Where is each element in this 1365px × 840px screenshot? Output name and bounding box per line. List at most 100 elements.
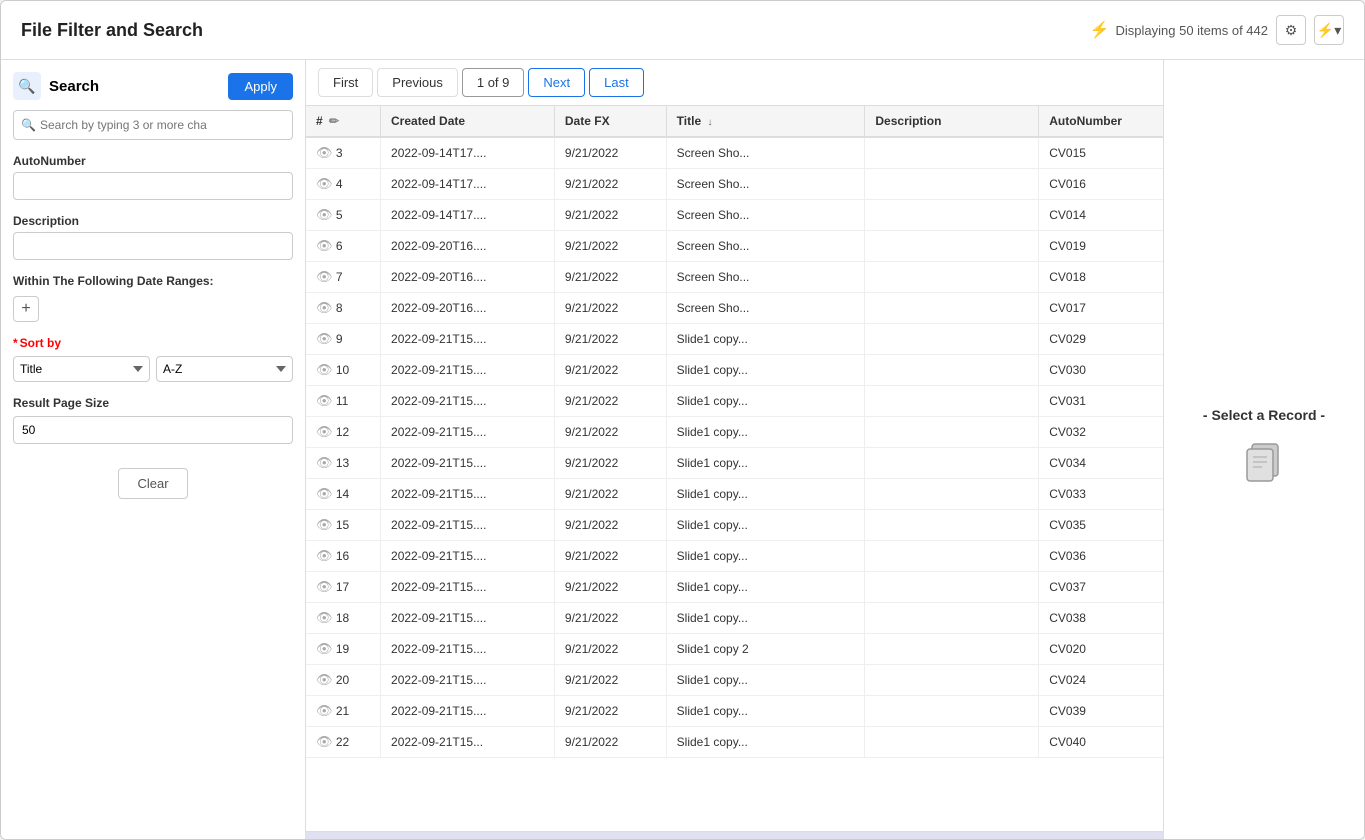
sort-field-select[interactable]: Title Created Date AutoNumber Date FX — [13, 356, 150, 382]
eye-icon[interactable]: 👁 — [316, 269, 333, 284]
cell-created: 2022-09-20T16.... — [381, 293, 555, 324]
cell-autonumber: CV038 — [1039, 603, 1163, 634]
cell-datefx: 9/21/2022 — [554, 200, 666, 231]
eye-icon[interactable]: 👁 — [316, 517, 333, 532]
settings-button[interactable]: ⚙ — [1276, 15, 1306, 45]
table-row[interactable]: 👁 5 2022-09-14T17.... 9/21/2022 Screen S… — [306, 200, 1163, 231]
cell-title: Slide1 copy... — [666, 448, 865, 479]
table-row[interactable]: 👁 21 2022-09-21T15.... 9/21/2022 Slide1 … — [306, 696, 1163, 727]
apply-button[interactable]: Apply — [228, 73, 293, 100]
autonumber-label: AutoNumber — [13, 154, 293, 168]
cell-autonumber: CV039 — [1039, 696, 1163, 727]
description-label: Description — [13, 214, 293, 228]
cell-eye: 👁 4 — [306, 169, 381, 200]
cell-created: 2022-09-21T15.... — [381, 386, 555, 417]
table-row[interactable]: 👁 15 2022-09-21T15.... 9/21/2022 Slide1 … — [306, 510, 1163, 541]
eye-icon[interactable]: 👁 — [316, 145, 333, 160]
table-row[interactable]: 👁 12 2022-09-21T15.... 9/21/2022 Slide1 … — [306, 417, 1163, 448]
search-input[interactable] — [13, 110, 293, 140]
eye-icon[interactable]: 👁 — [316, 300, 333, 315]
cell-datefx: 9/21/2022 — [554, 696, 666, 727]
eye-icon[interactable]: 👁 — [316, 393, 333, 408]
cell-autonumber: CV040 — [1039, 727, 1163, 758]
cell-created: 2022-09-21T15.... — [381, 603, 555, 634]
table-row[interactable]: 👁 22 2022-09-21T15... 9/21/2022 Slide1 c… — [306, 727, 1163, 758]
displaying-badge: ⚡ Displaying 50 items of 442 — [1090, 20, 1268, 40]
clear-button[interactable]: Clear — [118, 468, 187, 499]
eye-icon[interactable]: 👁 — [316, 641, 333, 656]
cell-description — [865, 262, 1039, 293]
cell-created: 2022-09-21T15.... — [381, 448, 555, 479]
cell-autonumber: CV032 — [1039, 417, 1163, 448]
cell-title: Screen Sho... — [666, 262, 865, 293]
eye-icon[interactable]: 👁 — [316, 734, 333, 749]
table-body: 👁 3 2022-09-14T17.... 9/21/2022 Screen S… — [306, 137, 1163, 758]
cell-autonumber: CV037 — [1039, 572, 1163, 603]
table-row[interactable]: 👁 6 2022-09-20T16.... 9/21/2022 Screen S… — [306, 231, 1163, 262]
lightning-button[interactable]: ⚡▾ — [1314, 15, 1344, 45]
eye-icon[interactable]: 👁 — [316, 610, 333, 625]
last-button[interactable]: Last — [589, 68, 644, 97]
cell-created: 2022-09-14T17.... — [381, 137, 555, 169]
cell-eye: 👁 3 — [306, 137, 381, 169]
cell-description — [865, 727, 1039, 758]
eye-icon[interactable]: 👁 — [316, 362, 333, 377]
eye-icon[interactable]: 👁 — [316, 579, 333, 594]
cell-eye: 👁 14 — [306, 479, 381, 510]
table-row[interactable]: 👁 10 2022-09-21T15.... 9/21/2022 Slide1 … — [306, 355, 1163, 386]
search-label-wrap: 🔍 Search — [13, 72, 99, 100]
table-row[interactable]: 👁 18 2022-09-21T15.... 9/21/2022 Slide1 … — [306, 603, 1163, 634]
table-row[interactable]: 👁 13 2022-09-21T15.... 9/21/2022 Slide1 … — [306, 448, 1163, 479]
table-row[interactable]: 👁 11 2022-09-21T15.... 9/21/2022 Slide1 … — [306, 386, 1163, 417]
eye-icon[interactable]: 👁 — [316, 455, 333, 470]
sort-label: *Sort by — [13, 336, 293, 350]
cell-created: 2022-09-21T15.... — [381, 634, 555, 665]
cell-title: Screen Sho... — [666, 293, 865, 324]
next-button[interactable]: Next — [528, 68, 585, 97]
cell-eye: 👁 5 — [306, 200, 381, 231]
cell-datefx: 9/21/2022 — [554, 510, 666, 541]
eye-icon[interactable]: 👁 — [316, 331, 333, 346]
cell-title: Slide1 copy... — [666, 417, 865, 448]
eye-icon[interactable]: 👁 — [316, 207, 333, 222]
table-row[interactable]: 👁 19 2022-09-21T15.... 9/21/2022 Slide1 … — [306, 634, 1163, 665]
select-record-text: - Select a Record - — [1203, 407, 1325, 423]
table-row[interactable]: 👁 17 2022-09-21T15.... 9/21/2022 Slide1 … — [306, 572, 1163, 603]
cell-title: Slide1 copy 2 — [666, 634, 865, 665]
edit-num-icon[interactable]: ✏ — [329, 114, 339, 128]
table-row[interactable]: 👁 14 2022-09-21T15.... 9/21/2022 Slide1 … — [306, 479, 1163, 510]
cell-autonumber: CV036 — [1039, 541, 1163, 572]
col-created: Created Date — [381, 106, 555, 137]
search-icon: 🔍 — [13, 72, 41, 100]
eye-icon[interactable]: 👁 — [316, 176, 333, 191]
table-row[interactable]: 👁 3 2022-09-14T17.... 9/21/2022 Screen S… — [306, 137, 1163, 169]
records-table: # ✏ Created Date Date FX Title ↓ Descrip… — [306, 106, 1163, 758]
autonumber-input[interactable] — [13, 172, 293, 200]
table-row[interactable]: 👁 20 2022-09-21T15.... 9/21/2022 Slide1 … — [306, 665, 1163, 696]
table-row[interactable]: 👁 8 2022-09-20T16.... 9/21/2022 Screen S… — [306, 293, 1163, 324]
description-input[interactable] — [13, 232, 293, 260]
eye-icon[interactable]: 👁 — [316, 672, 333, 687]
col-description: Description — [865, 106, 1039, 137]
eye-icon[interactable]: 👁 — [316, 703, 333, 718]
pagination-bar: First Previous 1 of 9 Next Last — [306, 60, 1163, 106]
cell-description — [865, 293, 1039, 324]
page-size-input[interactable] — [13, 416, 293, 444]
table-row[interactable]: 👁 4 2022-09-14T17.... 9/21/2022 Screen S… — [306, 169, 1163, 200]
table-row[interactable]: 👁 16 2022-09-21T15.... 9/21/2022 Slide1 … — [306, 541, 1163, 572]
previous-button[interactable]: Previous — [377, 68, 458, 97]
cell-eye: 👁 20 — [306, 665, 381, 696]
eye-icon[interactable]: 👁 — [316, 238, 333, 253]
first-button[interactable]: First — [318, 68, 373, 97]
sort-order-select[interactable]: A-Z Z-A — [156, 356, 293, 382]
table-row[interactable]: 👁 9 2022-09-21T15.... 9/21/2022 Slide1 c… — [306, 324, 1163, 355]
add-date-button[interactable]: + — [13, 296, 39, 322]
cell-eye: 👁 7 — [306, 262, 381, 293]
search-input-wrap: 🔍 — [13, 110, 293, 140]
table-row[interactable]: 👁 7 2022-09-20T16.... 9/21/2022 Screen S… — [306, 262, 1163, 293]
bottom-scrollbar[interactable] — [306, 831, 1163, 839]
eye-icon[interactable]: 👁 — [316, 548, 333, 563]
eye-icon[interactable]: 👁 — [316, 424, 333, 439]
eye-icon[interactable]: 👁 — [316, 486, 333, 501]
col-title[interactable]: Title ↓ — [666, 106, 865, 137]
